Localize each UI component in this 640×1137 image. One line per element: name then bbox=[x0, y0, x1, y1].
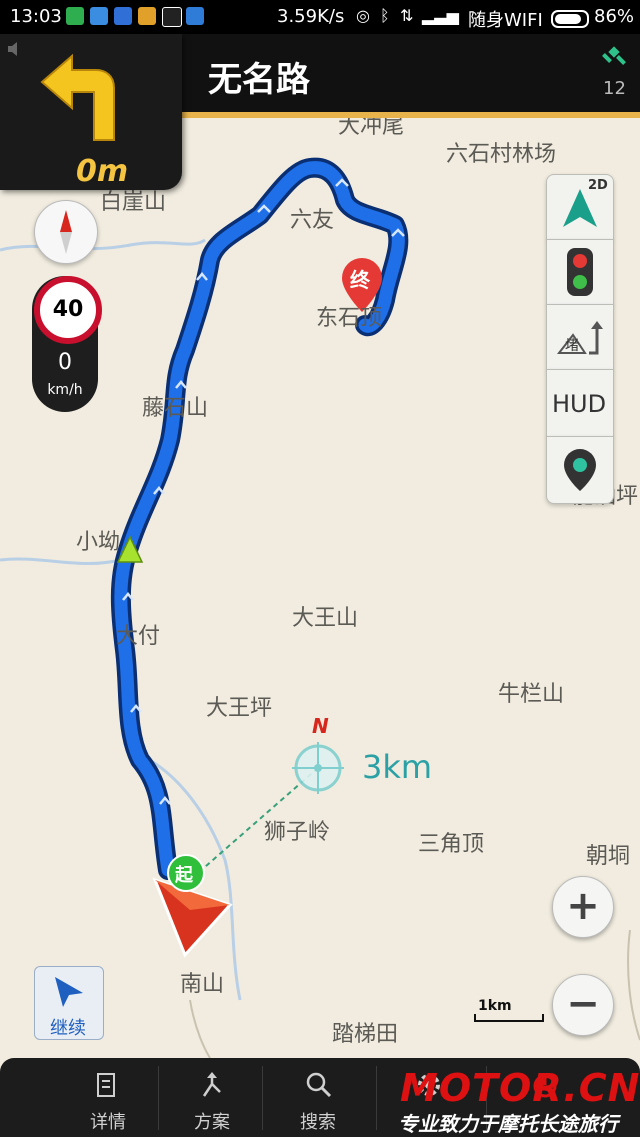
status-bar: 13:03 3.59K/s ◎ ᛒ ⇅ ▂▃▅ 随身WIFI 86% bbox=[0, 0, 640, 34]
place-label: 六石村林场 bbox=[446, 142, 557, 167]
target-crosshair bbox=[292, 742, 344, 794]
end-marker-label: 终 bbox=[350, 268, 370, 292]
place-label: 朝垌 bbox=[586, 844, 631, 869]
tab-details-label: 详情 bbox=[90, 1112, 126, 1133]
place-label: 大王山 bbox=[292, 606, 359, 631]
congestion-icon bbox=[557, 321, 603, 355]
game-app-icon bbox=[138, 7, 156, 25]
details-icon bbox=[97, 1073, 115, 1097]
volume-icon[interactable] bbox=[8, 42, 24, 56]
sync-icon: ◎ bbox=[356, 6, 370, 25]
congestion-label: 堵 bbox=[565, 338, 579, 354]
compass-north-label: N bbox=[312, 714, 329, 738]
data-transfer-icon: ⇅ bbox=[400, 6, 414, 25]
browser-app-icon bbox=[90, 7, 108, 25]
place-label: 南山 bbox=[180, 972, 225, 997]
tab-search-label: 搜索 bbox=[300, 1112, 336, 1133]
vehicle-position-arrow bbox=[152, 877, 233, 958]
battery-percent: 86% bbox=[594, 6, 635, 27]
place-label: 踏梯田 bbox=[332, 1022, 399, 1047]
search-icon bbox=[306, 1072, 332, 1098]
north-arrow-icon bbox=[563, 189, 597, 227]
signal-icon: ▂▃▅ bbox=[422, 6, 459, 25]
place-label: 大付 bbox=[116, 624, 161, 649]
current-speed: 0 bbox=[58, 350, 72, 375]
continue-label: 继续 bbox=[50, 1018, 86, 1039]
place-label: 狮子岭 bbox=[264, 820, 331, 845]
satellite-icon bbox=[602, 46, 626, 65]
map-scale-label: 1km bbox=[478, 998, 512, 1014]
shield-app-icon bbox=[66, 7, 84, 25]
security-app-icon bbox=[114, 7, 132, 25]
map-scale-bar bbox=[474, 1014, 544, 1022]
qq-app-icon bbox=[162, 7, 182, 27]
watermark-slogan: 专业致力于摩托长途旅行 bbox=[398, 1112, 618, 1136]
satellite-count: 12 bbox=[603, 78, 626, 99]
congestion-button[interactable]: 堵 bbox=[546, 304, 614, 370]
traffic-light-button[interactable] bbox=[546, 239, 614, 305]
speed-limit-sign: 40 bbox=[34, 276, 102, 344]
location-button[interactable] bbox=[546, 436, 614, 504]
place-label: 牛栏山 bbox=[498, 682, 565, 707]
view-mode-label: 2D bbox=[588, 178, 608, 193]
hud-label: HUD bbox=[551, 390, 607, 418]
river bbox=[0, 557, 121, 566]
place-label: 六友 bbox=[290, 208, 335, 233]
road bbox=[627, 929, 640, 1041]
cursor-arrow-icon bbox=[55, 977, 83, 1007]
place-label: 大王坪 bbox=[206, 696, 273, 721]
tab-divider bbox=[376, 1066, 377, 1130]
traffic-light-icon bbox=[567, 248, 593, 296]
bluetooth-icon: ᛒ bbox=[380, 6, 390, 25]
start-marker-label: 起 bbox=[175, 865, 193, 886]
location-pin-icon bbox=[564, 449, 596, 491]
target-distance: 3km bbox=[362, 748, 433, 786]
place-label: 东石顶 bbox=[316, 306, 383, 331]
place-label: 藤石山 bbox=[142, 396, 209, 421]
speed-unit: km/h bbox=[47, 382, 83, 398]
river bbox=[189, 999, 211, 1059]
tab-divider bbox=[158, 1066, 159, 1130]
place-label: 小坳 bbox=[76, 530, 121, 555]
watermark-brand: MOTOR.CN bbox=[400, 1066, 640, 1110]
tab-route-plan-label: 方案 bbox=[194, 1112, 230, 1133]
current-road-name: 无名路 bbox=[208, 60, 310, 100]
turn-guidance-panel[interactable]: 0m bbox=[0, 34, 182, 190]
place-label: 三角顶 bbox=[418, 832, 485, 857]
wifi-name: 随身WIFI bbox=[468, 10, 543, 31]
battery-icon bbox=[551, 10, 589, 28]
route-plan-icon bbox=[202, 1072, 221, 1097]
compass-button[interactable] bbox=[34, 200, 98, 264]
network-speed: 3.59K/s bbox=[277, 6, 345, 27]
turn-left-arrow-icon bbox=[40, 53, 115, 141]
compass-needle-icon bbox=[60, 210, 72, 254]
zoom-out-button[interactable]: − bbox=[552, 974, 614, 1036]
status-time: 13:03 bbox=[10, 6, 62, 27]
river bbox=[0, 238, 206, 252]
tab-divider bbox=[262, 1066, 263, 1130]
calendar-app-icon bbox=[186, 7, 204, 25]
zoom-in-button[interactable]: + bbox=[552, 876, 614, 938]
turn-distance: 0m bbox=[76, 154, 129, 189]
